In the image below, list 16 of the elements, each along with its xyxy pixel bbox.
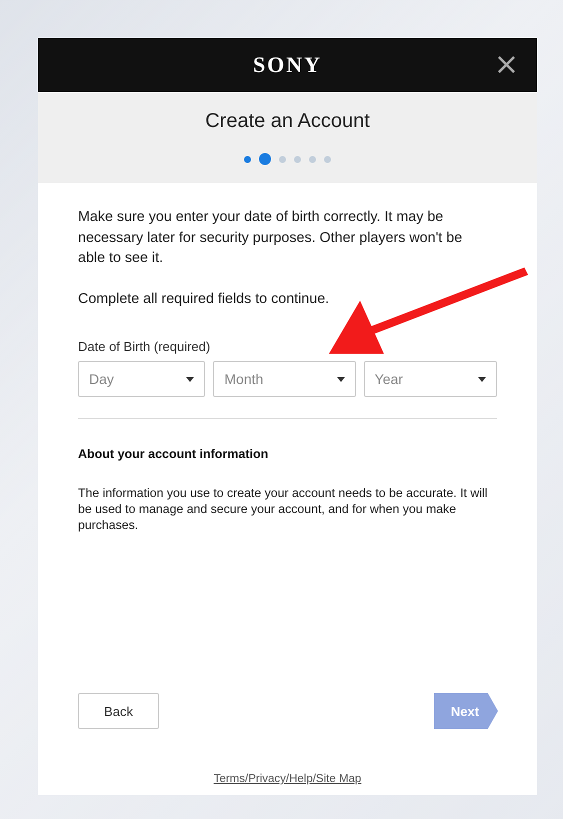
about-text: The information you use to create your account needs to be accurate. It will be used to manage and secure your account, and for when you make purchases. [78, 485, 488, 533]
caret-icon [478, 376, 486, 382]
intro-text: Make sure you enter your date of birth correctly. It may be necessary later for security purposes. Other players won't be able to see it. [78, 208, 464, 268]
back-button[interactable]: Back [78, 693, 159, 729]
close-button[interactable]: × [494, 50, 519, 80]
field-label: Date of Birth (required) [78, 339, 212, 354]
required-note: Complete all required fields to continue. [78, 290, 330, 308]
caret-icon [186, 376, 194, 382]
caret-icon [336, 376, 345, 382]
section-heading: About your account information [78, 447, 270, 461]
page-title: Create an Account [205, 110, 370, 133]
dropdown-field[interactable]: Day [78, 361, 206, 397]
logo: SONY [252, 52, 322, 78]
dropdown-field[interactable]: Month [213, 361, 356, 397]
dropdown-field[interactable]: Year [364, 361, 497, 397]
footer-link[interactable]: Terms/Privacy/Help/Site Map [214, 773, 362, 785]
